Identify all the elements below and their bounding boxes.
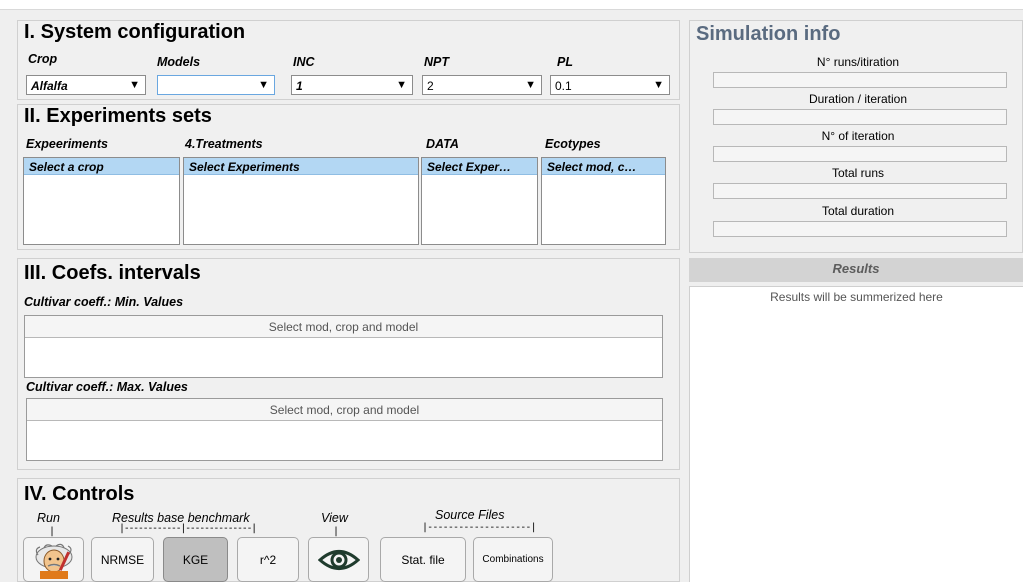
- list-item[interactable]: Select Experiments: [184, 158, 418, 175]
- view-button[interactable]: [308, 537, 369, 582]
- iterations-label: N° of iteration: [821, 129, 895, 143]
- run-tick: |: [49, 526, 56, 537]
- max-values-table[interactable]: Select mod, crop and model: [26, 398, 663, 461]
- r2-label: r^2: [259, 553, 277, 567]
- combinations-label: Combinations: [482, 554, 544, 565]
- runs-per-iteration-label: N° runs/itiration: [816, 55, 900, 69]
- list-item[interactable]: Select a crop: [24, 158, 179, 175]
- chevron-down-icon: ▼: [396, 79, 407, 91]
- max-values-header: Select mod, crop and model: [27, 399, 662, 421]
- pl-label: PL: [557, 55, 573, 69]
- nrmse-label: NRMSE: [100, 553, 145, 567]
- pl-value: 0.1: [555, 79, 572, 93]
- inc-value: 1: [296, 79, 303, 93]
- benchmark-bracket: |------------|--------------|: [119, 523, 257, 534]
- source-files-label: Source Files: [435, 508, 505, 522]
- crop-label: Crop: [28, 52, 58, 66]
- experiments-title: II. Experiments sets: [24, 105, 212, 127]
- simulation-info-title: Simulation info: [696, 23, 841, 45]
- stat-file-button[interactable]: Stat. file: [380, 537, 466, 582]
- inc-label: INC: [293, 55, 315, 69]
- combinations-button[interactable]: Combinations: [473, 537, 553, 582]
- chevron-down-icon: ▼: [258, 79, 269, 91]
- treatments-label: 4.Treatments: [185, 137, 263, 151]
- total-duration-label: Total duration: [821, 204, 895, 218]
- data-list[interactable]: Select Exper…: [421, 157, 538, 245]
- system-config-title: I. System configuration: [24, 21, 246, 43]
- r2-button[interactable]: r^2: [237, 537, 299, 582]
- list-item[interactable]: Select Exper…: [422, 158, 537, 175]
- iterations-field: [713, 146, 1007, 162]
- pl-dropdown[interactable]: 0.1 ▼: [550, 75, 670, 95]
- chevron-down-icon: ▼: [525, 79, 536, 91]
- npt-value: 2: [427, 79, 434, 93]
- controls-title: IV. Controls: [24, 483, 135, 505]
- npt-label: NPT: [424, 55, 449, 69]
- total-runs-field: [713, 183, 1007, 199]
- view-tick: |: [333, 526, 340, 537]
- view-label: View: [321, 511, 348, 525]
- treatments-list[interactable]: Select Experiments: [183, 157, 419, 245]
- source-bracket: |--------------------|: [422, 522, 537, 533]
- models-dropdown[interactable]: ▼: [157, 75, 275, 95]
- runs-per-iteration-field: [713, 72, 1007, 88]
- results-header: Results: [689, 258, 1023, 282]
- data-label: DATA: [426, 137, 459, 151]
- inc-dropdown[interactable]: 1 ▼: [291, 75, 413, 95]
- top-strip: [0, 0, 1023, 10]
- list-item[interactable]: Select mod, c…: [542, 158, 665, 175]
- einstein-avatar-icon: [35, 543, 73, 579]
- ecotypes-list[interactable]: Select mod, c…: [541, 157, 666, 245]
- min-values-header: Select mod, crop and model: [25, 316, 662, 338]
- min-values-label: Cultivar coeff.: Min. Values: [24, 295, 184, 309]
- run-button[interactable]: [23, 537, 84, 582]
- results-panel: Results will be summerized here: [689, 286, 1023, 582]
- chevron-down-icon: ▼: [653, 79, 664, 91]
- npt-dropdown[interactable]: 2 ▼: [422, 75, 542, 95]
- eye-icon: [318, 550, 360, 570]
- run-label: Run: [37, 511, 60, 525]
- total-duration-field: [713, 221, 1007, 237]
- crop-value: Alfalfa: [31, 79, 68, 93]
- duration-per-iteration-label: Duration / iteration: [808, 92, 908, 106]
- nrmse-button[interactable]: NRMSE: [91, 537, 154, 582]
- stat-file-label: Stat. file: [401, 553, 445, 567]
- max-values-label: Cultivar coeff.: Max. Values: [26, 380, 188, 394]
- chevron-down-icon: ▼: [129, 79, 140, 91]
- min-values-table[interactable]: Select mod, crop and model: [24, 315, 663, 378]
- models-label: Models: [157, 55, 201, 69]
- experiments-label: Expeeriments: [26, 137, 108, 151]
- ecotypes-label: Ecotypes: [545, 137, 601, 151]
- kge-label: KGE: [182, 553, 209, 567]
- experiments-list[interactable]: Select a crop: [23, 157, 180, 245]
- kge-button[interactable]: KGE: [163, 537, 228, 582]
- total-runs-label: Total runs: [831, 166, 885, 180]
- duration-per-iteration-field: [713, 109, 1007, 125]
- crop-dropdown[interactable]: Alfalfa ▼: [26, 75, 146, 95]
- results-placeholder: Results will be summerized here: [770, 290, 943, 304]
- coefs-title: III. Coefs. intervals: [24, 262, 201, 284]
